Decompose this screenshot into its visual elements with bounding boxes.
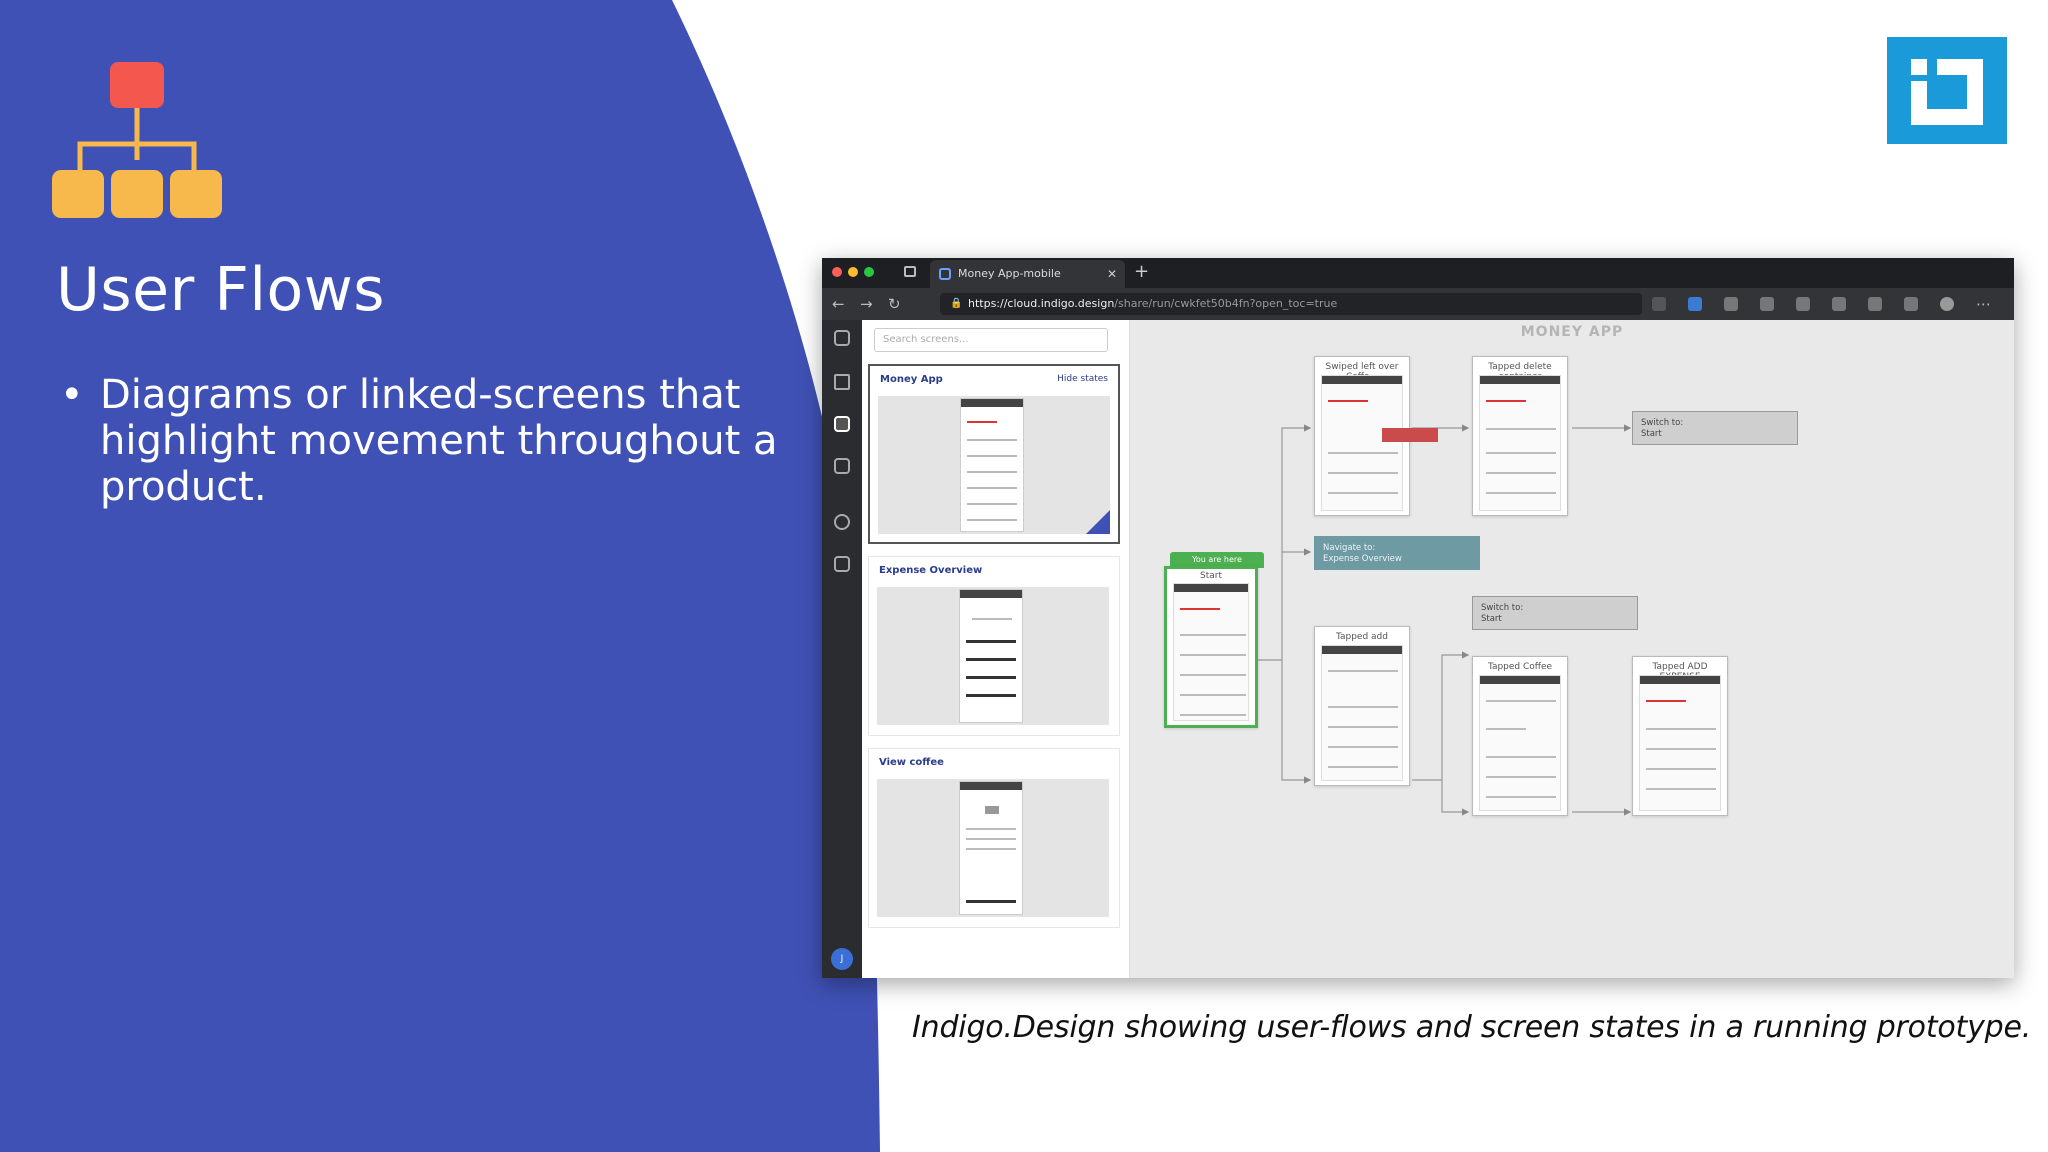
flow-node-tapped-coffee[interactable]: Tapped Coffee [1472,656,1568,816]
search-screens-input[interactable]: Search screens... [874,328,1108,352]
new-tab-icon[interactable]: + [1134,261,1149,282]
url-host: https://cloud.indigo.design [968,297,1115,310]
flow-node-tapped-add[interactable]: Tapped add [1314,626,1410,786]
minimize-window-icon[interactable] [848,267,858,277]
left-rail: J [822,320,862,978]
site-settings-icon[interactable] [1652,297,1666,311]
tab-title: Money App-mobile [958,267,1061,280]
screens-panel: Search screens... Money App Hide states [862,320,1130,978]
screen-thumbnail [1321,645,1403,781]
extension-icon[interactable] [1688,297,1702,311]
flow-node-label: Tapped add [1335,632,1388,642]
flow-node-start[interactable]: Start [1164,566,1258,728]
figure-caption: Indigo.Design showing user-flows and scr… [912,1010,2032,1045]
profile-icon[interactable] [1940,297,1954,311]
close-tab-icon[interactable]: ✕ [1107,260,1117,288]
slide-title: User Flows [56,255,386,325]
back-icon[interactable]: ← [832,295,845,313]
flow-connectors [1254,424,1632,816]
hide-states-link[interactable]: Hide states [1057,374,1108,384]
screen-preview [878,396,1110,534]
screen-card-title: Money App [880,374,943,385]
action-target: Start [1481,614,1502,624]
flow-node-tapped-delete[interactable]: Tapped delete container [1472,356,1568,516]
screen-card-view-coffee[interactable]: View coffee [868,748,1120,928]
flow-node-label: Start [1200,571,1222,581]
flow-node-label: Tapped Coffee [1487,662,1553,672]
action-target: Start [1641,429,1662,439]
flow-node-tapped-add-expense[interactable]: Tapped ADD EXPENSE [1632,656,1728,816]
action-label: Switch to: [1641,418,1684,428]
screen-card-money-app[interactable]: Money App Hide states [868,364,1120,544]
tab-actions-icon[interactable] [904,266,916,277]
bullet-text: Diagrams or linked-screens that highligh… [100,372,778,510]
extension-icon[interactable] [1760,297,1774,311]
notes-icon[interactable] [834,556,850,572]
extension-icon[interactable] [1832,297,1846,311]
action-label: Switch to: [1481,603,1524,613]
favicon-icon [939,268,951,280]
forward-icon[interactable]: → [860,295,873,313]
maximize-window-icon[interactable] [864,267,874,277]
browser-tab[interactable]: Money App-mobile ✕ [930,260,1125,288]
org-chart-icon [52,62,222,218]
hotspot-icon[interactable] [834,514,850,530]
action-navigate-expense-overview[interactable]: Navigate to: Expense Overview [1314,536,1480,570]
avatar[interactable]: J [831,948,853,970]
bullet-item: • Diagrams or linked-screens that highlig… [60,372,780,510]
slide: User Flows • Diagrams or linked-screens t… [0,0,2048,1152]
indigo-logo [1887,37,2007,144]
action-label: Navigate to: [1323,543,1376,553]
screen-thumbnail [1479,675,1561,811]
extension-icon[interactable] [1904,297,1918,311]
logo-icon [1911,59,1983,125]
url-field[interactable]: 🔒 https://cloud.indigo.design/share/run/… [940,293,1642,315]
tab-bar: Money App-mobile ✕ + [822,258,2014,288]
more-icon[interactable]: ⋯ [1976,295,1991,313]
collections-icon[interactable] [1868,297,1882,311]
home-icon[interactable] [834,374,850,390]
screens-grid-icon[interactable] [834,416,850,432]
extension-icon[interactable] [1724,297,1738,311]
screen-thumbnail [1639,675,1721,811]
screen-card-title: Expense Overview [879,565,983,576]
toggle-panel-icon[interactable] [834,330,850,346]
bullet-dot-icon: • [60,372,84,418]
close-window-icon[interactable] [832,267,842,277]
reload-icon[interactable]: ↻ [888,295,901,313]
comments-icon[interactable] [834,458,850,474]
screen-thumbnail [1479,375,1561,511]
flow-canvas: MONEY APP You are here Start Swiped left… [1130,320,2014,978]
browser-window: Money App-mobile ✕ + ← → ↻ 🔒 https://clo… [822,258,2014,978]
home-corner-icon [1086,510,1110,534]
screen-preview [877,587,1109,725]
address-bar: ← → ↻ 🔒 https://cloud.indigo.design/shar… [822,288,2014,320]
lock-icon: 🔒 [950,298,963,309]
action-target: Expense Overview [1323,554,1402,564]
screen-preview [877,779,1109,917]
action-switch-to-start[interactable]: Switch to: Start [1472,596,1638,630]
flow-node-swiped[interactable]: Swiped left over Coffe... [1314,356,1438,516]
screen-thumbnail [1321,375,1438,511]
action-switch-to-start[interactable]: Switch to: Start [1632,411,1798,445]
screen-card-expense-overview[interactable]: Expense Overview [868,556,1120,736]
extension-icon[interactable] [1796,297,1810,311]
url-path: /share/run/cwkfet50b4fn?open_toc=true [1114,297,1338,310]
bullet-list: • Diagrams or linked-screens that highlig… [60,372,780,510]
screen-thumbnail [1173,583,1249,721]
screen-card-title: View coffee [879,757,944,768]
